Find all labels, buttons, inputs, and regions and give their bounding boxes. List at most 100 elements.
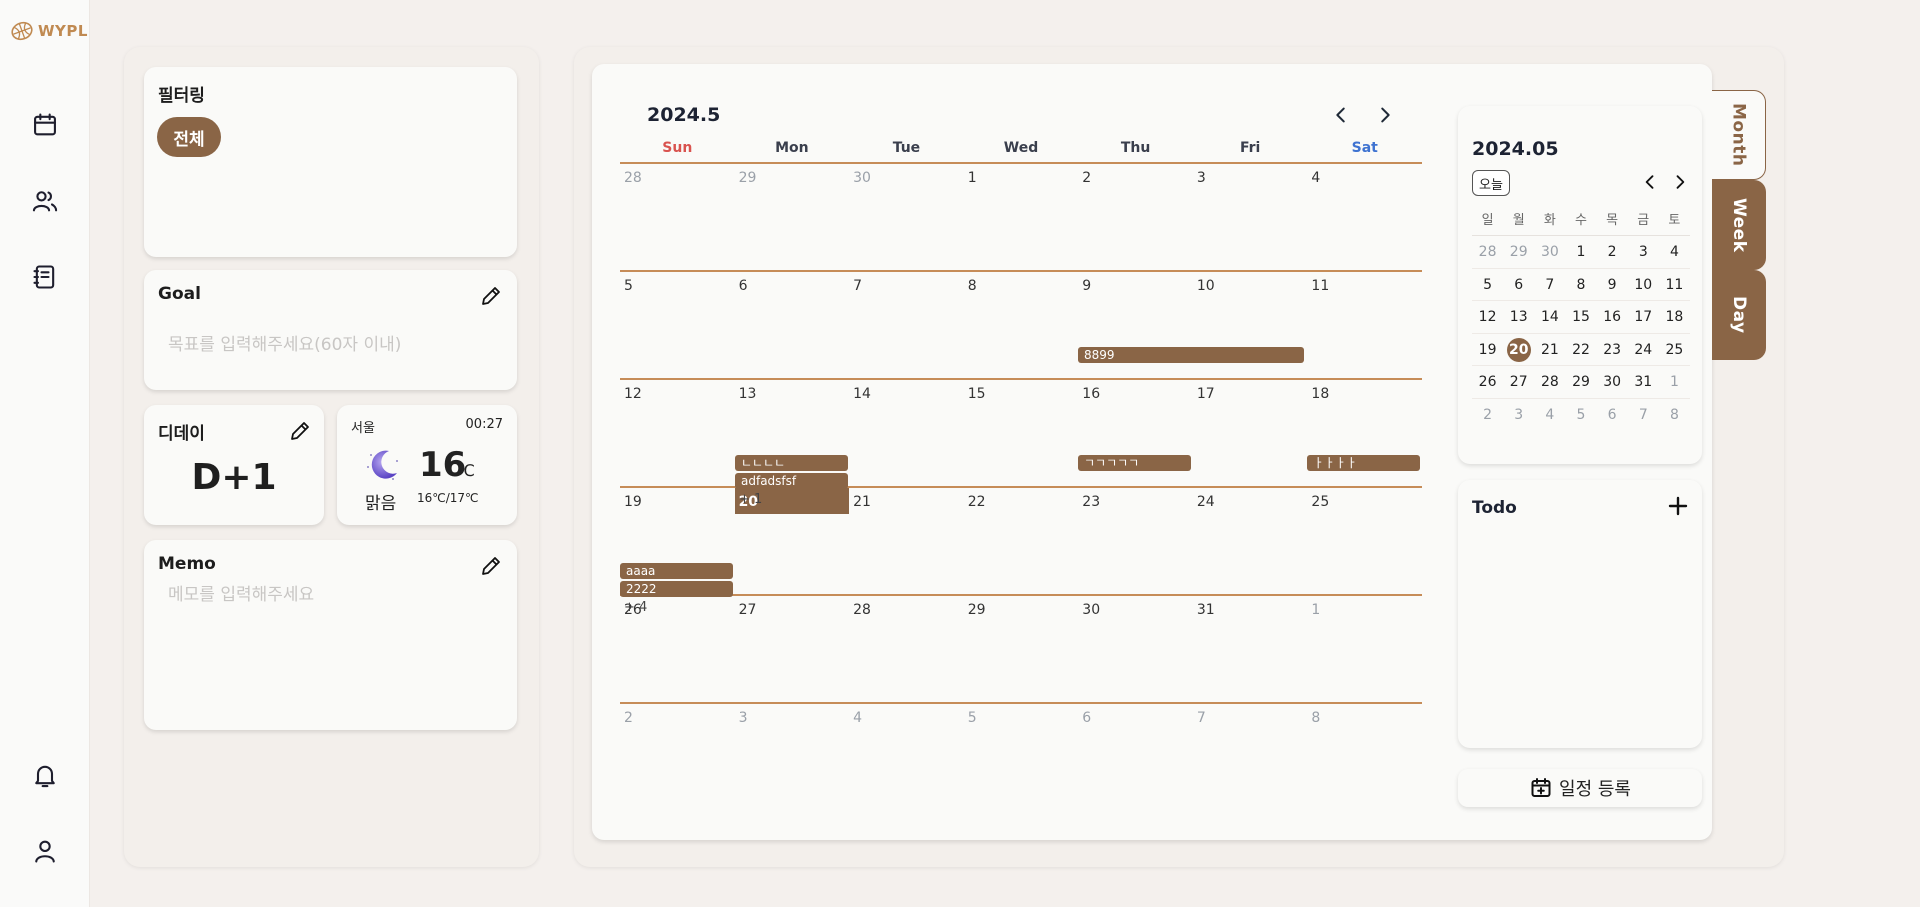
day-cell[interactable]: 23: [1078, 488, 1193, 594]
mini-day[interactable]: 11: [1659, 269, 1690, 301]
mini-day[interactable]: 31: [1628, 366, 1659, 398]
day-cell[interactable]: 30: [1078, 596, 1193, 702]
day-cell[interactable]: 28: [620, 164, 735, 270]
day-cell[interactable]: 7: [849, 272, 964, 378]
today-button[interactable]: 오늘: [1472, 170, 1510, 196]
day-cell[interactable]: 21: [849, 488, 964, 594]
mini-day[interactable]: 22: [1565, 334, 1596, 366]
day-cell[interactable]: 8: [964, 272, 1079, 378]
register-schedule-button[interactable]: 일정 등록: [1458, 769, 1702, 807]
day-cell[interactable]: 29: [735, 164, 850, 270]
mini-next-button[interactable]: [1670, 172, 1690, 192]
dday-edit-button[interactable]: [288, 419, 312, 443]
day-cell[interactable]: 1: [1307, 596, 1422, 702]
mini-prev-button[interactable]: [1640, 172, 1660, 192]
day-cell[interactable]: 5: [964, 704, 1079, 762]
mini-day[interactable]: 8: [1565, 269, 1596, 301]
mini-day[interactable]: 18: [1659, 301, 1690, 333]
day-cell[interactable]: 6: [1078, 704, 1193, 762]
prev-month-button[interactable]: [1328, 102, 1354, 128]
day-cell[interactable]: 2: [620, 704, 735, 762]
mini-day[interactable]: 5: [1472, 269, 1503, 301]
next-month-button[interactable]: [1372, 102, 1398, 128]
mini-day[interactable]: 28: [1472, 236, 1503, 268]
goal-edit-button[interactable]: [479, 284, 503, 308]
mini-day[interactable]: 6: [1597, 399, 1628, 432]
day-cell[interactable]: 29: [964, 596, 1079, 702]
day-cell[interactable]: 3: [735, 704, 850, 762]
event-bar[interactable]: adfadsfsf: [735, 473, 848, 489]
tab-week[interactable]: Week: [1712, 180, 1766, 270]
mini-day[interactable]: 26: [1472, 366, 1503, 398]
mini-day[interactable]: 27: [1503, 366, 1534, 398]
day-cell[interactable]: 3: [1193, 164, 1308, 270]
mini-day[interactable]: 16: [1597, 301, 1628, 333]
mini-day[interactable]: 13: [1503, 301, 1534, 333]
nav-groups[interactable]: [30, 186, 60, 216]
nav-profile[interactable]: [30, 836, 60, 866]
mini-day[interactable]: 19: [1472, 334, 1503, 366]
mini-day[interactable]: 7: [1628, 399, 1659, 432]
day-cell[interactable]: 4: [1307, 164, 1422, 270]
mini-day[interactable]: 3: [1503, 399, 1534, 432]
mini-day[interactable]: 2: [1597, 236, 1628, 268]
event-bar[interactable]: 8899: [1078, 347, 1304, 363]
mini-day[interactable]: 20: [1503, 334, 1534, 366]
day-cell[interactable]: 30: [849, 164, 964, 270]
mini-day[interactable]: 3: [1628, 236, 1659, 268]
day-cell[interactable]: 1: [964, 164, 1079, 270]
logo[interactable]: WYPL: [10, 20, 88, 42]
event-bar[interactable]: ㅏㅏㅏㅏ: [1307, 455, 1420, 471]
filter-chip-all[interactable]: 전체: [157, 117, 221, 157]
mini-day[interactable]: 6: [1503, 269, 1534, 301]
mini-day[interactable]: 8: [1659, 399, 1690, 432]
memo-placeholder[interactable]: 메모를 입력해주세요: [168, 580, 314, 605]
goal-placeholder[interactable]: 목표를 입력해주세요(60자 이내): [168, 330, 401, 355]
event-bar[interactable]: ㄱㄱㄱㄱㄱ: [1078, 455, 1191, 471]
mini-day[interactable]: 7: [1534, 269, 1565, 301]
event-bar[interactable]: 2222: [620, 581, 733, 597]
mini-day[interactable]: 29: [1503, 236, 1534, 268]
day-cell[interactable]: 27: [735, 596, 850, 702]
mini-day[interactable]: 17: [1628, 301, 1659, 333]
mini-day[interactable]: 14: [1534, 301, 1565, 333]
event-bar[interactable]: ㄴㄴㄴㄴ: [735, 455, 848, 471]
day-cell[interactable]: 4: [849, 704, 964, 762]
day-cell[interactable]: 31: [1193, 596, 1308, 702]
day-cell[interactable]: 7: [1193, 704, 1308, 762]
day-cell[interactable]: 22: [964, 488, 1079, 594]
mini-day[interactable]: 1: [1565, 236, 1596, 268]
day-cell[interactable]: 14: [849, 380, 964, 486]
tab-day[interactable]: Day: [1712, 270, 1766, 360]
mini-day[interactable]: 30: [1597, 366, 1628, 398]
mini-day[interactable]: 28: [1534, 366, 1565, 398]
day-cell[interactable]: 12: [620, 380, 735, 486]
day-cell[interactable]: 15: [964, 380, 1079, 486]
event-bar[interactable]: aaaa: [620, 563, 733, 579]
mini-day[interactable]: 21: [1534, 334, 1565, 366]
mini-day[interactable]: 4: [1659, 236, 1690, 268]
day-cell[interactable]: 5: [620, 272, 735, 378]
more-events-link[interactable]: + 1: [739, 492, 762, 507]
mini-day[interactable]: 23: [1597, 334, 1628, 366]
day-cell[interactable]: 25: [1307, 488, 1422, 594]
mini-day[interactable]: 10: [1628, 269, 1659, 301]
mini-day[interactable]: 1: [1659, 366, 1690, 398]
mini-day[interactable]: 24: [1628, 334, 1659, 366]
nav-notifications[interactable]: [30, 760, 60, 790]
mini-day[interactable]: 25: [1659, 334, 1690, 366]
mini-day[interactable]: 12: [1472, 301, 1503, 333]
more-events-link[interactable]: + 4: [624, 600, 647, 615]
day-cell[interactable]: 24: [1193, 488, 1308, 594]
nav-calendar[interactable]: [30, 110, 60, 140]
day-cell[interactable]: 8: [1307, 704, 1422, 762]
tab-month[interactable]: Month: [1712, 90, 1766, 180]
mini-day[interactable]: 9: [1597, 269, 1628, 301]
day-cell[interactable]: 17: [1193, 380, 1308, 486]
mini-day[interactable]: 30: [1534, 236, 1565, 268]
mini-day[interactable]: 5: [1565, 399, 1596, 432]
day-cell[interactable]: 6: [735, 272, 850, 378]
day-cell[interactable]: 2: [1078, 164, 1193, 270]
day-cell[interactable]: 11: [1307, 272, 1422, 378]
todo-add-button[interactable]: [1666, 494, 1690, 518]
